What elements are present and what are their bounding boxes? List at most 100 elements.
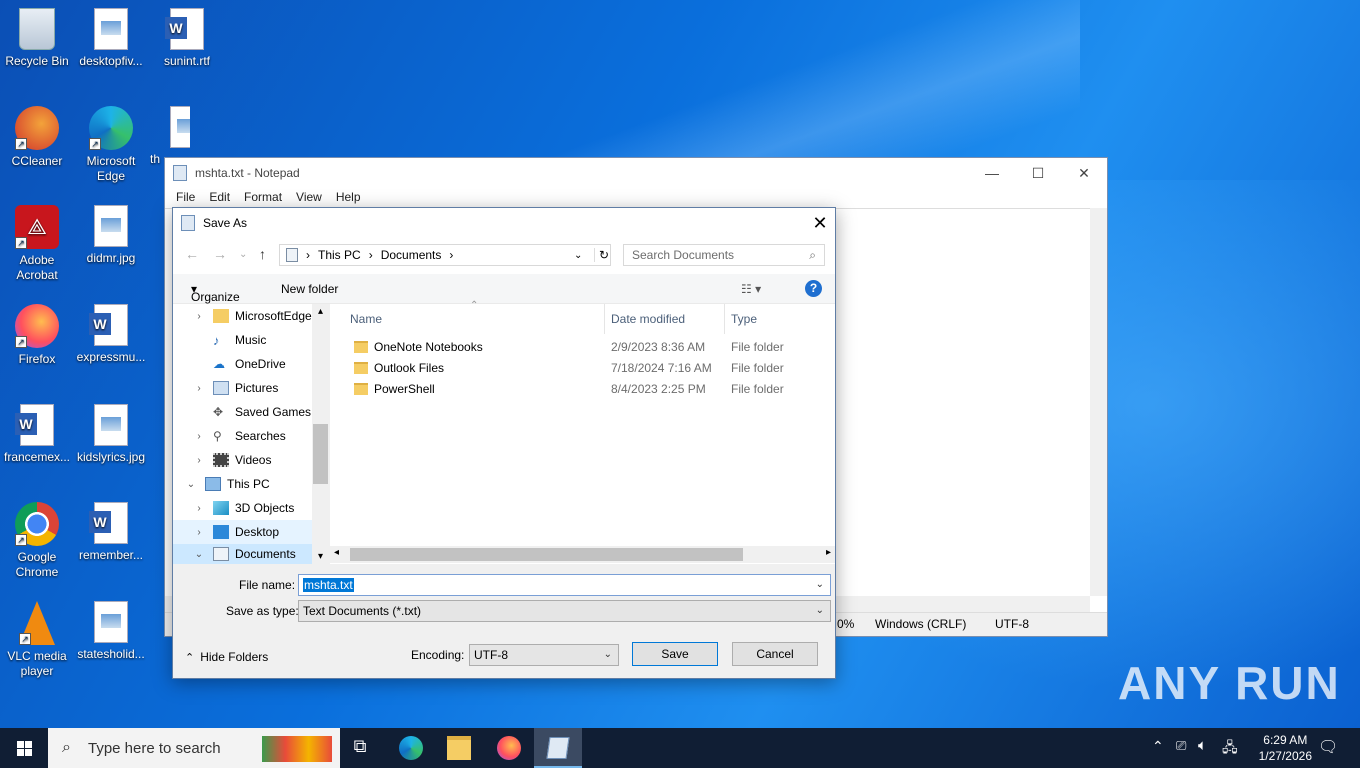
word-file-icon: W (165, 8, 204, 50)
taskbar-search-box[interactable]: ⌕ Type here to search (48, 728, 340, 768)
edge-taskbar-icon[interactable] (399, 736, 423, 760)
minimize-button[interactable]: — (969, 158, 1015, 188)
menu-help[interactable]: Help (329, 188, 368, 208)
taskbar-clock[interactable]: 6:29 AM 1/27/2026 (1259, 732, 1312, 764)
chevron-right-icon[interactable]: › (191, 455, 207, 466)
scroll-left-icon[interactable]: ◂ (334, 547, 339, 558)
address-dropdown-icon[interactable]: ⌄ (574, 250, 582, 261)
tree-item-this-pc[interactable]: ⌄ This PC (173, 472, 313, 496)
menu-format[interactable]: Format (237, 188, 289, 208)
desktop-icon-sunint[interactable]: W sunint.rtf (150, 8, 224, 69)
up-arrow-icon[interactable]: ↑ (259, 246, 266, 262)
desktop-icon-kidslyrics[interactable]: kidslyrics.jpg (74, 404, 148, 465)
column-header-date[interactable]: Date modified (611, 304, 685, 334)
chevron-right-icon[interactable]: › (191, 527, 207, 538)
menu-file[interactable]: File (169, 188, 202, 208)
desktop-icon-desktopfiv[interactable]: desktopfiv... (74, 8, 148, 69)
back-arrow-icon[interactable]: ← (185, 246, 199, 262)
dialog-title-bar[interactable]: Save As (173, 208, 835, 238)
desktop-icon-didmr[interactable]: didmr.jpg (74, 205, 148, 266)
chevron-down-icon[interactable]: ⌄ (816, 579, 824, 590)
column-header-type[interactable]: Type (731, 304, 757, 334)
address-bar[interactable]: › This PC › Documents › ⌄ ↻ (279, 244, 611, 266)
column-header-name[interactable]: Name (350, 304, 382, 334)
tree-item-documents[interactable]: ⌄ Documents (173, 544, 313, 564)
file-row[interactable]: OneNote Notebooks 2/9/2023 8:36 AM File … (330, 336, 835, 357)
show-hidden-icons-chevron-icon[interactable]: ⌃ (1152, 738, 1164, 755)
file-name-input[interactable]: mshta.txt ⌄ (298, 574, 831, 596)
breadcrumb-documents[interactable]: Documents (381, 248, 442, 262)
navigation-pane[interactable]: › MicrosoftEdge ♪ Music ☁ OneDrive › Picture… (173, 304, 329, 564)
chevron-right-icon[interactable]: › (191, 383, 207, 394)
desktop-icon-edge[interactable]: ↗ Microsoft Edge (74, 106, 148, 184)
desktop-icon-firefox[interactable]: ↗ Firefox (0, 304, 74, 367)
save-type-select[interactable]: Text Documents (*.txt) ⌄ (298, 600, 831, 622)
tree-item-3d-objects[interactable]: › 3D Objects (173, 496, 313, 520)
tree-item-pictures[interactable]: › Pictures (173, 376, 313, 400)
desktop-icon-ccleaner[interactable]: ↗ CCleaner (0, 106, 74, 169)
breadcrumb-this-pc[interactable]: This PC (318, 248, 361, 262)
file-row[interactable]: Outlook Files 7/18/2024 7:16 AM File fol… (330, 357, 835, 378)
chevron-right-icon[interactable]: › (191, 503, 207, 514)
tree-item-saved-games[interactable]: ✥ Saved Games (173, 400, 313, 424)
refresh-icon[interactable]: ↻ (594, 248, 609, 262)
start-button[interactable] (0, 728, 48, 768)
scroll-down-icon[interactable]: ▾ (312, 551, 329, 562)
search-documents-input[interactable]: Search Documents ⌕ (623, 244, 825, 266)
chevron-down-icon[interactable]: ⌄ (191, 549, 207, 560)
desktop-icon-vlc[interactable]: ↗ VLC media player (0, 601, 74, 679)
maximize-button[interactable]: ☐ (1015, 158, 1061, 188)
firefox-taskbar-icon[interactable] (497, 736, 521, 760)
tree-item-microsoftedge[interactable]: › MicrosoftEdge (173, 304, 313, 328)
new-folder-button[interactable]: New folder (281, 282, 338, 296)
desktop-icon-adobe-acrobat[interactable]: ⟁ ↗ Adobe Acrobat (0, 205, 74, 283)
meet-now-icon[interactable]: ⎚ (1176, 738, 1186, 754)
tree-item-onedrive[interactable]: ☁ OneDrive (173, 352, 313, 376)
scroll-up-icon[interactable]: ▴ (312, 306, 329, 317)
notepad-title-bar[interactable]: mshta.txt - Notepad (165, 158, 1107, 188)
desktop-icon-remember[interactable]: W remember... (74, 502, 148, 563)
file-list[interactable]: Name ⌃ Date modified Type OneNote Notebo… (330, 300, 835, 564)
tree-item-music[interactable]: ♪ Music (173, 328, 313, 352)
desktop-icon-statesholid[interactable]: statesholid... (74, 601, 148, 662)
desktop-icon-francemex[interactable]: W francemex... (0, 404, 74, 465)
navigation-pane-scroll-thumb[interactable] (313, 424, 328, 484)
chevron-right-icon[interactable]: › (191, 311, 207, 322)
cancel-button[interactable]: Cancel (732, 642, 818, 666)
notepad-vertical-scrollbar[interactable] (1090, 208, 1107, 596)
dialog-close-button[interactable]: ✕ (805, 208, 835, 238)
hide-folders-button[interactable]: ⌃ Hide Folders (185, 650, 268, 664)
desktop-icon-expressmu[interactable]: W expressmu... (74, 304, 148, 365)
menu-view[interactable]: View (289, 188, 329, 208)
tree-item-desktop[interactable]: › Desktop (173, 520, 313, 544)
tree-item-videos[interactable]: › Videos (173, 448, 313, 472)
scroll-right-icon[interactable]: ▸ (826, 547, 831, 558)
view-options-icon[interactable]: ☷ ▾ (741, 282, 761, 296)
help-icon[interactable]: ? (805, 280, 822, 297)
menu-edit[interactable]: Edit (202, 188, 237, 208)
volume-icon[interactable]: 🔈︎ (1198, 737, 1207, 754)
save-as-dialog[interactable]: Save As ✕ ← → ⌄ ↑ › This PC › Documents … (172, 207, 836, 679)
encoding-select[interactable]: UTF-8 ⌄ (469, 644, 619, 666)
close-button[interactable]: ✕ (1061, 158, 1107, 188)
notepad-taskbar-button[interactable] (534, 728, 582, 768)
save-button[interactable]: Save (632, 642, 718, 666)
file-row[interactable]: PowerShell 8/4/2023 2:25 PM File folder (330, 378, 835, 399)
notification-center-icon[interactable]: 🗨︎ (1318, 737, 1338, 757)
chrome-icon: ↗ (15, 502, 59, 546)
forward-arrow-icon[interactable]: → (213, 246, 227, 262)
network-icon[interactable]: 🖧︎ (1222, 737, 1238, 761)
tree-item-searches[interactable]: › ⚲ Searches (173, 424, 313, 448)
chevron-right-icon[interactable]: › (191, 431, 207, 442)
column-divider[interactable] (604, 304, 605, 334)
recent-locations-chevron-icon[interactable]: ⌄ (239, 249, 247, 260)
task-view-icon[interactable]: ⧉ (348, 736, 372, 760)
file-list-horizontal-scrollbar[interactable]: ◂ ▸ (330, 546, 835, 563)
organize-button[interactable]: Organize ▾ (191, 282, 240, 304)
chevron-down-icon[interactable]: ⌄ (183, 479, 199, 490)
file-list-scroll-thumb[interactable] (350, 548, 743, 561)
desktop-icon-recycle-bin[interactable]: Recycle Bin (0, 8, 74, 69)
file-explorer-icon[interactable] (447, 736, 471, 760)
desktop-icon-google-chrome[interactable]: ↗ Google Chrome (0, 502, 74, 580)
column-divider[interactable] (724, 304, 725, 334)
